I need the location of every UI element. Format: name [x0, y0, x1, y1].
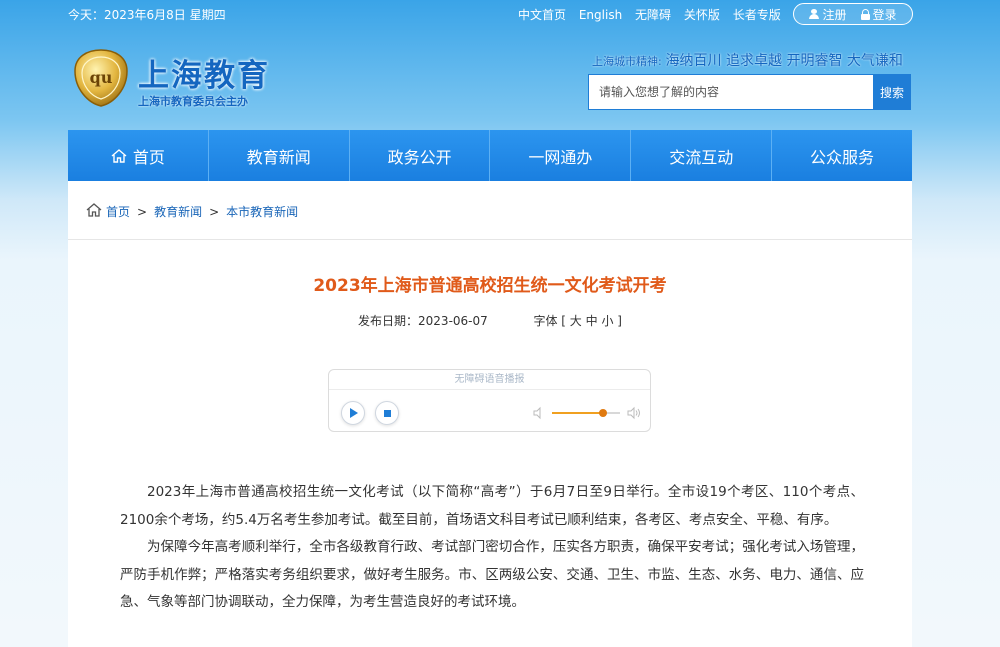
- volume-up-icon[interactable]: [626, 406, 640, 420]
- publish-date: 2023-06-07: [418, 314, 488, 328]
- search-button[interactable]: 搜索: [873, 74, 911, 110]
- nav-item-interaction[interactable]: 交流互动: [631, 130, 773, 181]
- register-label: 注册: [822, 7, 847, 22]
- article-paragraph: 2023年上海市普通高校招生统一文化考试（以下简称“高考”）于6月7日至9日举行…: [120, 484, 864, 528]
- font-size-close: ]: [617, 314, 622, 328]
- link-elderly-version[interactable]: 长者专版: [733, 8, 781, 22]
- volume-fill: [552, 412, 603, 414]
- play-icon: [350, 408, 358, 418]
- nav-item-label: 政务公开: [387, 147, 452, 167]
- nav-item-one-stop-service[interactable]: 一网通办: [490, 130, 632, 181]
- home-icon: [111, 148, 127, 163]
- site-subtitle: 上海市教育委员会主办: [138, 95, 248, 108]
- font-size-label: 字体 [: [533, 314, 566, 328]
- font-size-large[interactable]: 大: [570, 314, 582, 328]
- link-english[interactable]: English: [579, 8, 622, 22]
- home-icon: [86, 203, 102, 220]
- article-body: 2023年上海市普通高校招生统一文化考试（以下简称“高考”）于6月7日至9日举行…: [120, 479, 864, 617]
- volume-down-icon[interactable]: [532, 406, 546, 420]
- search-input[interactable]: [589, 75, 873, 109]
- play-button[interactable]: [341, 401, 365, 425]
- top-links: 中文首页 English 无障碍 关怀版 长者专版: [518, 6, 790, 23]
- breadcrumb-separator: >: [137, 204, 148, 219]
- link-accessibility[interactable]: 无障碍: [635, 8, 671, 22]
- nav-item-education-news[interactable]: 教育新闻: [209, 130, 350, 181]
- nav-item-label: 公众服务: [810, 147, 875, 167]
- motto-label: 上海城市精神:: [592, 55, 662, 68]
- publish-date-label: 发布日期：: [358, 314, 419, 328]
- link-chinese-home[interactable]: 中文首页: [518, 8, 566, 22]
- content-panel: 首页 > 教育新闻 > 本市教育新闻 2023年上海市普通高校招生统一文化考试开…: [68, 181, 912, 647]
- breadcrumb-education-news[interactable]: 教育新闻: [154, 203, 202, 220]
- stop-button[interactable]: [375, 401, 399, 425]
- font-size-control: 字体 [ 大 中 小 ]: [533, 314, 622, 328]
- lock-icon: [860, 8, 870, 20]
- nav-item-home[interactable]: 首页: [68, 130, 209, 181]
- audio-player-title: 无障碍语音播报: [329, 370, 650, 390]
- font-size-medium[interactable]: 中: [586, 314, 598, 328]
- article-paragraph: 为保障今年高考顺利举行，全市各级教育行政、考试部门密切合作，压实各方职责，确保平…: [120, 539, 864, 610]
- volume-handle[interactable]: [599, 409, 607, 417]
- nav-item-government-affairs[interactable]: 政务公开: [350, 130, 491, 181]
- link-care-version[interactable]: 关怀版: [684, 8, 720, 22]
- audio-player: 无障碍语音播报: [328, 369, 651, 432]
- login-label: 登录: [872, 7, 897, 22]
- city-motto: 上海城市精神: 海纳百川 追求卓越 开明睿智 大气谦和: [592, 50, 903, 70]
- login-link[interactable]: 登录: [860, 6, 897, 23]
- top-utility-bar: 今天：2023年6月8日 星期四 中文首页 English 无障碍 关怀版 长者…: [0, 0, 1000, 26]
- nav-item-label: 一网通办: [528, 147, 593, 167]
- nav-item-label: 交流互动: [669, 147, 734, 167]
- search-box: 搜索: [588, 74, 911, 110]
- breadcrumb-home[interactable]: 首页: [106, 203, 130, 220]
- nav-item-label: 教育新闻: [246, 147, 311, 167]
- current-date: 今天：2023年6月8日 星期四: [68, 8, 226, 22]
- article-meta: 发布日期：2023-06-07 字体 [ 大 中 小 ]: [68, 312, 912, 329]
- nav-item-label: 首页: [132, 147, 165, 167]
- logo-glyph: qu: [90, 68, 113, 87]
- site-title: 上海教育: [138, 58, 270, 94]
- register-link[interactable]: 注册: [809, 6, 847, 23]
- motto-text: 海纳百川 追求卓越 开明睿智 大气谦和: [665, 53, 903, 69]
- breadcrumb-divider: [68, 239, 912, 240]
- volume-slider[interactable]: [552, 409, 620, 417]
- article-title: 2023年上海市普通高校招生统一文化考试开考: [313, 276, 667, 296]
- breadcrumb-separator: >: [209, 204, 220, 219]
- nav-item-public-service[interactable]: 公众服务: [772, 130, 912, 181]
- breadcrumb-local-news[interactable]: 本市教育新闻: [226, 203, 298, 220]
- font-size-small[interactable]: 小: [601, 314, 613, 328]
- stop-icon: [383, 409, 391, 417]
- breadcrumb: 首页 > 教育新闻 > 本市教育新闻: [86, 203, 298, 220]
- auth-box: 注册 登录: [793, 3, 913, 25]
- user-icon: [809, 9, 820, 19]
- main-nav: 首页 教育新闻 政务公开 一网通办 交流互动 公众服务: [68, 130, 912, 181]
- site-logo[interactable]: qu: [70, 47, 132, 109]
